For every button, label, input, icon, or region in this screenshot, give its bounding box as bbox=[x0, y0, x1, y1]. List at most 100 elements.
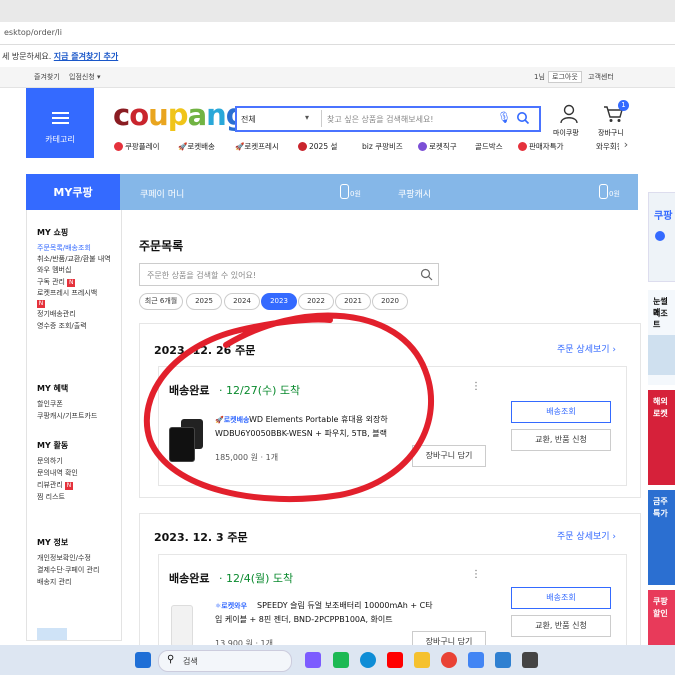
sidebar-banner-thumbnail[interactable] bbox=[37, 628, 67, 640]
quicklink-label[interactable]: 로켓프레시 bbox=[244, 142, 279, 151]
bookmark-link[interactable]: 즐겨찾기 bbox=[34, 72, 60, 82]
exchange-return-button[interactable]: 교환, 반품 신청 bbox=[511, 615, 611, 637]
more-options-icon[interactable]: ⋮ bbox=[471, 569, 481, 580]
my-coupang-title[interactable]: MY쿠팡 bbox=[26, 174, 120, 210]
quicklink-coupang-play[interactable]: 쿠팡플레이 bbox=[114, 141, 160, 152]
search-input[interactable]: 찾고 싶은 상품을 검색해보세요! bbox=[327, 114, 434, 125]
filter-2022[interactable]: 2022 bbox=[298, 293, 334, 310]
filter-recent-6-months[interactable]: 최근 6개월 bbox=[139, 293, 183, 310]
filter-2021[interactable]: 2021 bbox=[335, 293, 371, 310]
product-name[interactable]: WD Elements Portable 휴대용 외장하 bbox=[249, 413, 388, 426]
windows-start-icon[interactable] bbox=[135, 652, 151, 668]
exchange-return-button[interactable]: 교환, 반품 신청 bbox=[511, 429, 611, 451]
chrome-icon[interactable] bbox=[441, 652, 457, 668]
sidebar-item-freshbag[interactable]: 로켓프레시 프레시백 N bbox=[37, 288, 119, 308]
sidebar-item-label[interactable]: 로켓프레시 프레시백 bbox=[37, 289, 97, 297]
sidebar-item-subscription[interactable]: 구독 관리 N bbox=[37, 276, 119, 288]
quicklink-label[interactable]: 로켓배송 bbox=[187, 142, 215, 151]
quicklink-goldbox[interactable]: 골드박스 bbox=[475, 141, 503, 152]
search-icon[interactable] bbox=[516, 111, 530, 125]
right-banner-5[interactable]: 쿠팡 할인 bbox=[648, 590, 675, 645]
sidebar-item-label[interactable]: 리뷰관리 bbox=[37, 481, 63, 489]
quicklink-label[interactable]: 2025 설 bbox=[309, 142, 337, 151]
filter-2023[interactable]: 2023 bbox=[261, 293, 297, 310]
logout-button[interactable]: 로그아웃 bbox=[548, 71, 582, 83]
coupang-logo[interactable]: coupang bbox=[113, 98, 247, 132]
right-banner-2[interactable]: 눈썰매 리조트 bbox=[648, 290, 675, 385]
sidebar-item-inquiry-history[interactable]: 문의내역 확인 bbox=[37, 467, 78, 479]
sidebar-item-label[interactable]: 구독 관리 bbox=[37, 278, 65, 286]
right-banner-1[interactable]: 쿠팡 bbox=[648, 192, 675, 282]
right-banner-3[interactable]: 해외 로켓 bbox=[648, 390, 675, 485]
sidebar-item-regular-delivery[interactable]: 정기배송관리 bbox=[37, 308, 119, 320]
chevron-left-icon[interactable] bbox=[655, 231, 665, 241]
seller-signup-link[interactable]: 입점신청 ▾ bbox=[69, 72, 101, 82]
sidebar-item-coupons[interactable]: 할인쿠폰 bbox=[37, 398, 97, 410]
product-name-line2[interactable]: 입 케이블 + 8핀 젠더, BND-2PCPPB100A, 화이트 bbox=[215, 613, 393, 626]
sidebar-item-returns[interactable]: 취소/반품/교환/환불 내역 bbox=[37, 254, 117, 264]
product-name-line2[interactable]: WDBU6Y0050BBK-WESN + 파우치, 5TB, 블랙 bbox=[215, 427, 387, 440]
quicklink-label[interactable]: 쿠팡플레이 bbox=[125, 142, 160, 151]
vscode-icon[interactable] bbox=[495, 652, 511, 668]
quicklink-rocket-direct[interactable]: 로켓직구 bbox=[418, 141, 457, 152]
coupang-cash-label[interactable]: 쿠팡캐시 bbox=[398, 187, 431, 200]
track-delivery-button[interactable]: 배송조회 bbox=[511, 587, 611, 609]
sidebar-item-orders[interactable]: 주문목록/배송조회 bbox=[37, 242, 119, 254]
quicklink-label[interactable]: biz 쿠팡비즈 bbox=[362, 142, 403, 151]
category-button[interactable]: 카테고리 bbox=[26, 88, 94, 158]
order-detail-link[interactable]: 주문 상세보기 › bbox=[557, 529, 616, 542]
quicklink-coupang-biz[interactable]: biz 쿠팡비즈 bbox=[362, 141, 403, 152]
quicklink-rocket-fresh[interactable]: 🚀로켓프레시 bbox=[235, 141, 279, 152]
sidebar-item-payment[interactable]: 결제수단·쿠페이 관리 bbox=[37, 564, 99, 576]
customer-center-link[interactable]: 고객센터 bbox=[588, 72, 614, 82]
quicklink-seller-deal[interactable]: 판매자특가 bbox=[518, 141, 564, 152]
chevron-down-icon[interactable]: ▾ bbox=[305, 113, 309, 122]
sidebar-item-wishlist[interactable]: 찜 리스트 bbox=[37, 491, 78, 503]
sidebar-item-cash-giftcard[interactable]: 쿠팡캐시/기프트카드 bbox=[37, 410, 97, 422]
user-icon[interactable] bbox=[560, 104, 578, 124]
cart-label[interactable]: 장바구니 bbox=[598, 128, 624, 138]
microphone-icon[interactable]: 🎙 bbox=[497, 111, 511, 124]
mypage-label[interactable]: 마이쿠팡 bbox=[553, 128, 579, 138]
right-banner-4[interactable]: 금주 특가 bbox=[648, 490, 675, 585]
sidebar-item-reviews[interactable]: 리뷰관리 N bbox=[37, 479, 78, 491]
quicklink-rocket-delivery[interactable]: 🚀로켓배송 bbox=[178, 141, 215, 152]
product-image-battery[interactable] bbox=[171, 605, 193, 647]
order-detail-link[interactable]: 주문 상세보기 › bbox=[557, 342, 616, 355]
add-favorite-link[interactable]: 지금 즐겨찾기 추가 bbox=[54, 52, 118, 61]
globe-icon bbox=[418, 142, 427, 151]
quicklink-label[interactable]: 골드박스 bbox=[475, 142, 503, 151]
address-bar[interactable]: esktop/order/li bbox=[0, 22, 675, 45]
quicklink-label[interactable]: 로켓직구 bbox=[429, 142, 457, 151]
edge-icon[interactable] bbox=[360, 652, 376, 668]
search-category-select[interactable]: 전체 bbox=[241, 114, 256, 125]
order-search-input[interactable]: 주문한 상품을 검색할 수 있어요! bbox=[147, 270, 256, 281]
filter-2025[interactable]: 2025 bbox=[186, 293, 222, 310]
search-icon[interactable] bbox=[420, 268, 433, 281]
filter-2024[interactable]: 2024 bbox=[224, 293, 260, 310]
copilot-icon[interactable] bbox=[305, 652, 321, 668]
taskbar-search[interactable]: ⚲ 검색 bbox=[158, 650, 292, 672]
app-icon[interactable] bbox=[522, 652, 538, 668]
chevron-right-icon[interactable]: › bbox=[619, 138, 633, 151]
coupay-money-label[interactable]: 쿠페이 머니 bbox=[140, 187, 184, 200]
youtube-icon[interactable] bbox=[387, 652, 403, 668]
sidebar-item-receipt[interactable]: 영수증 조회/출력 bbox=[37, 320, 119, 332]
google-icon[interactable] bbox=[468, 652, 484, 668]
track-delivery-button[interactable]: 배송조회 bbox=[511, 401, 611, 423]
add-to-cart-button[interactable]: 장바구니 담기 bbox=[412, 445, 486, 467]
sidebar-item-profile[interactable]: 개인정보확인/수정 bbox=[37, 552, 99, 564]
more-options-icon[interactable]: ⋮ bbox=[471, 381, 481, 392]
product-name[interactable]: SPEEDY 슬림 듀얼 보조배터리 10000mAh + C타 bbox=[257, 599, 433, 612]
sidebar-item-inquiry[interactable]: 문의하기 bbox=[37, 455, 78, 467]
quicklink-label[interactable]: 판매자특가 bbox=[529, 142, 564, 151]
sidebar-item-address[interactable]: 배송지 관리 bbox=[37, 576, 99, 588]
naver-icon[interactable] bbox=[333, 652, 349, 668]
file-explorer-icon[interactable] bbox=[414, 652, 430, 668]
sidebar-item-wow[interactable]: 와우 멤버십 bbox=[37, 264, 119, 276]
quicklink-seollal[interactable]: 2025 설 bbox=[298, 141, 337, 152]
address-bar-url[interactable]: esktop/order/li bbox=[4, 28, 62, 37]
product-image-hdd[interactable] bbox=[169, 419, 207, 463]
taskbar-search-label[interactable]: 검색 bbox=[183, 656, 198, 667]
filter-2020[interactable]: 2020 bbox=[372, 293, 408, 310]
